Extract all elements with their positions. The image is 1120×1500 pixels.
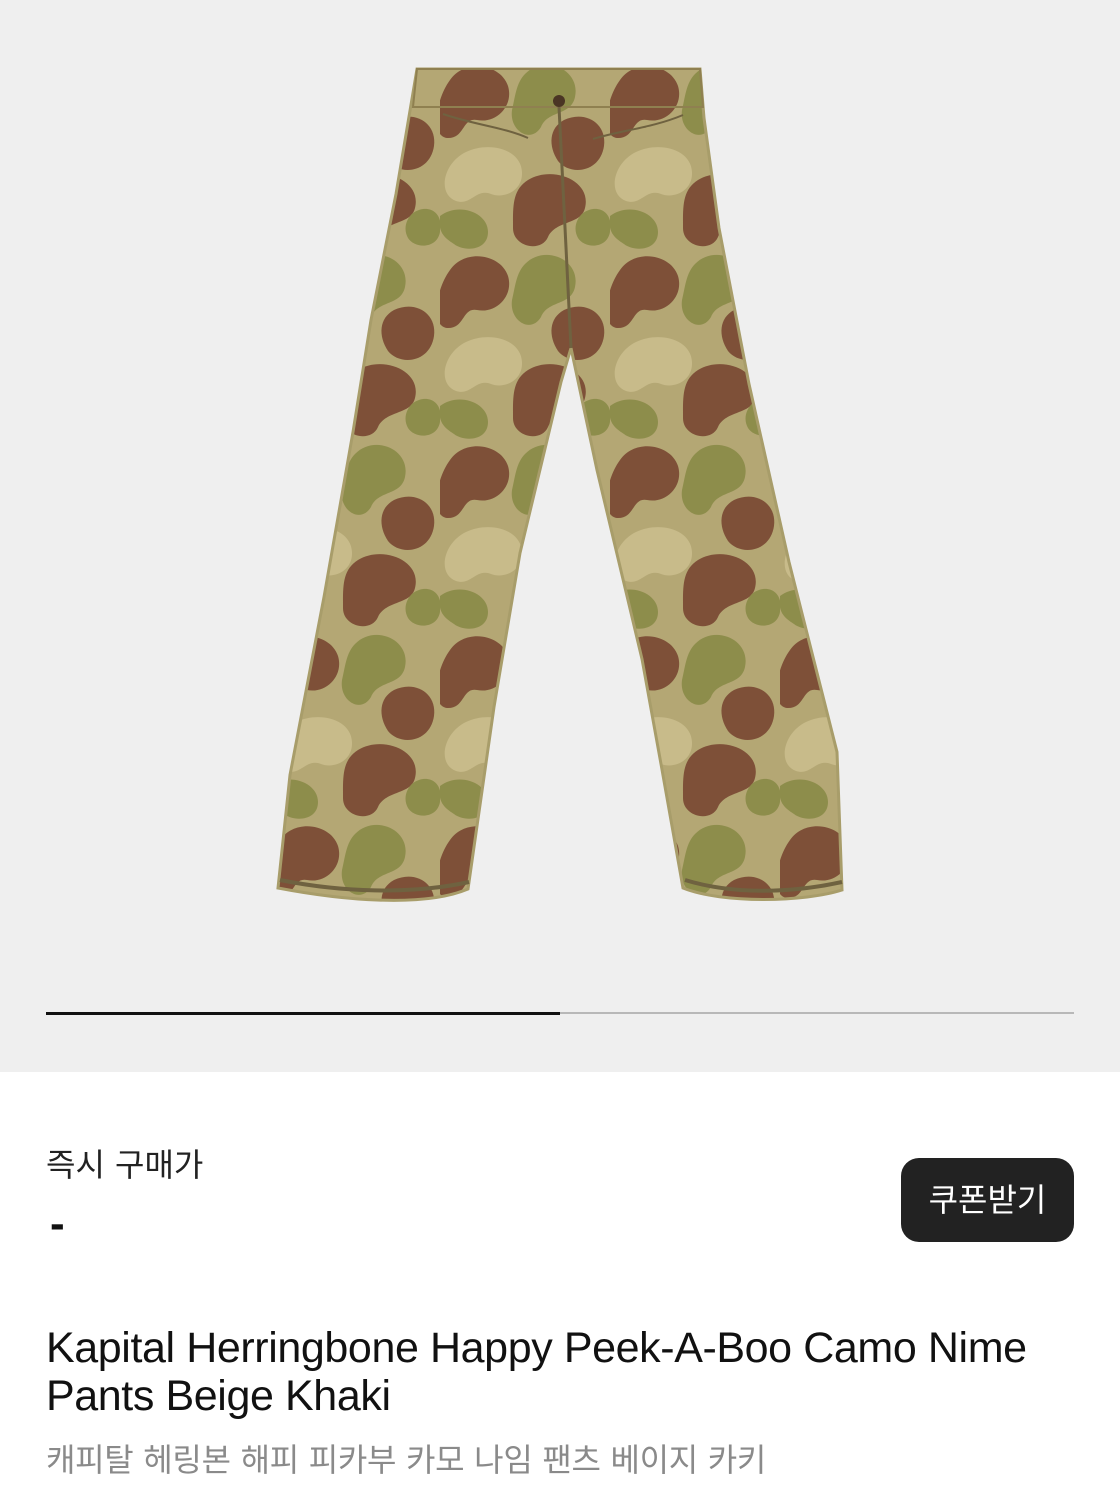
coupon-button[interactable]: 쿠폰받기 xyxy=(901,1158,1074,1242)
gallery-progress-indicator xyxy=(46,1011,560,1015)
product-info: 즉시 구매가 - 쿠폰받기 Kapital Herringbone Happy … xyxy=(0,1072,1120,1500)
product-image xyxy=(276,67,844,902)
product-title: Kapital Herringbone Happy Peek-A-Boo Cam… xyxy=(46,1324,1027,1420)
product-image-gallery[interactable] xyxy=(0,0,1120,1072)
price-label: 즉시 구매가 xyxy=(46,1146,204,1184)
product-subtitle: 캐피탈 헤링본 해피 피카부 카모 나임 팬츠 베이지 카키 xyxy=(46,1441,767,1479)
gallery-progress-track xyxy=(46,1011,1074,1015)
price-value: - xyxy=(50,1199,65,1248)
product-detail-page: 즉시 구매가 - 쿠폰받기 Kapital Herringbone Happy … xyxy=(0,0,1120,1500)
